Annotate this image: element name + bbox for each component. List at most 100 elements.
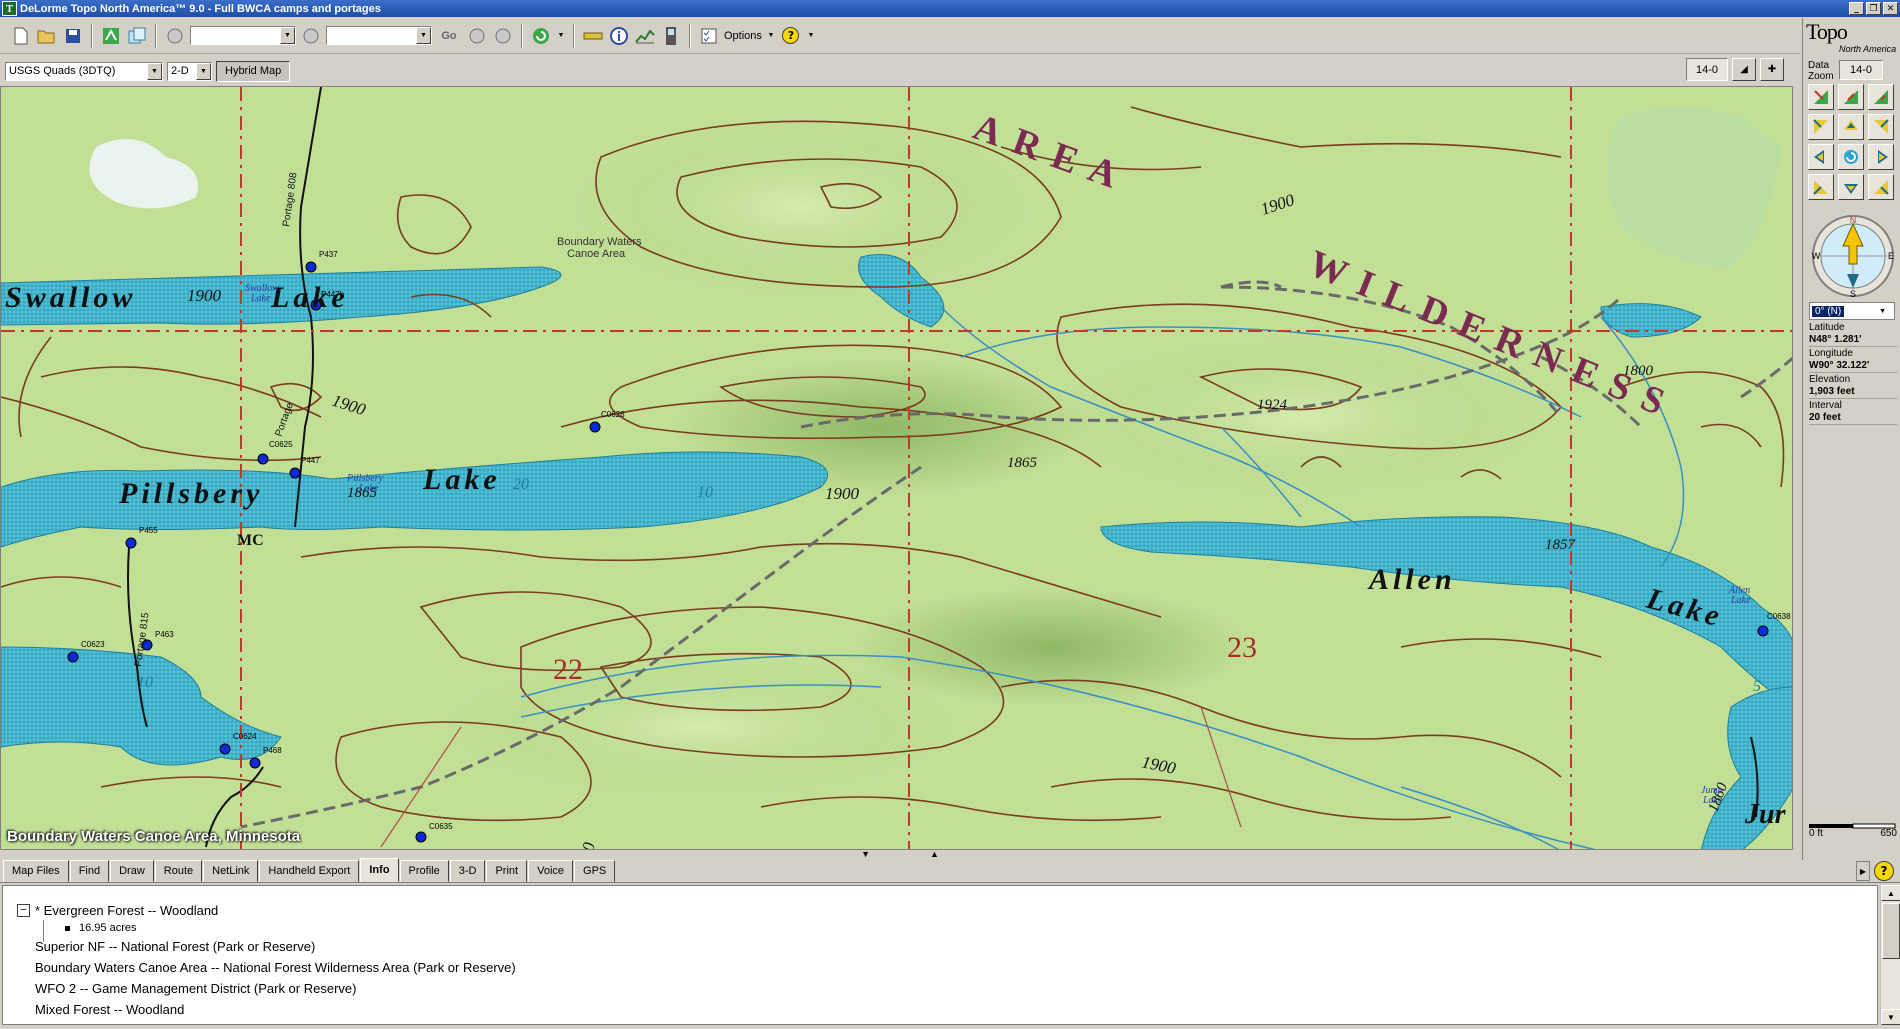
expand-up-icon[interactable]: ▲ [930,849,939,859]
tree-row-expanded[interactable]: − * Evergreen Forest -- Woodland [17,900,1877,920]
elevation-label: 1800 [1623,363,1654,379]
label-swallow: Swallow [5,281,136,314]
toolbar-separator [689,23,691,48]
pan-north-icon[interactable] [1838,114,1864,140]
copy-icon[interactable] [126,25,148,47]
map-type-select[interactable]: USGS Quads (3DTQ) ▼ [5,61,163,81]
tab-profile[interactable]: Profile [399,860,449,882]
gps-device-icon[interactable] [660,25,682,47]
help-icon[interactable]: ? [1874,861,1894,881]
chevron-down-icon[interactable]: ▼ [806,25,816,47]
tab-gps[interactable]: GPS [574,860,616,882]
radio-option-2-icon[interactable] [300,25,322,47]
info-row[interactable]: Boundary Waters Canoe Area -- National F… [35,957,1877,978]
chevron-down-icon[interactable]: ▼ [766,25,776,47]
recenter-icon[interactable] [1838,144,1864,170]
tab-voice[interactable]: Voice [528,860,574,882]
label-bwca-1: Boundary Waters [557,236,642,248]
data-zoom-stepper[interactable]: 14-0 [1839,60,1883,80]
view-mode-select[interactable]: 2-D ▼ [167,61,212,81]
open-folder-icon[interactable] [36,25,58,47]
pan-south-icon[interactable] [1838,174,1864,200]
pan-southwest-icon[interactable] [1808,174,1834,200]
hybrid-map-button[interactable]: Hybrid Map [216,60,291,82]
main-toolbar: ▼ ▼ Go ▼ Options ▼ ? ▼ [0,18,1800,54]
waypoint-label: C0625 [269,440,293,449]
zoom-small-in-icon[interactable] [1868,84,1894,110]
search-combo-2[interactable]: ▼ [326,26,432,45]
label-section-23: 23 [1227,631,1257,664]
pan-northwest-icon[interactable] [1808,114,1834,140]
depth-label: 10 [697,484,713,501]
latitude-value: N48° 1.281' [1809,334,1897,347]
collapse-icon[interactable]: − [17,903,30,917]
scroll-down-icon[interactable]: ▼ [1881,1009,1900,1025]
chevron-down-icon[interactable]: ▼ [196,62,211,80]
go-button[interactable]: Go [436,25,462,47]
data-zoom-label-1: Data [1808,60,1830,71]
info-row[interactable]: WFO 2 -- Game Management District (Park … [35,978,1877,999]
scroll-up-icon[interactable]: ▲ [1881,885,1900,901]
topo-map-canvas[interactable]: P437 P447b C0626 C0625 P447 P455 C0623 P… [1,87,1793,850]
zoom-fast-in-icon[interactable] [1808,84,1834,110]
label-swallow-lake: Lake [270,281,349,314]
waypoint-label: C0635 [429,822,453,831]
chevron-down-icon[interactable]: ▼ [280,27,295,44]
circle-option-icon[interactable] [492,25,514,47]
zoom-in-icon[interactable] [1838,84,1864,110]
position-info: Latitude N48° 1.281' Longitude W90° 32.1… [1809,322,1897,426]
chevron-down-icon[interactable]: ▼ [556,25,566,47]
chevron-down-icon[interactable]: ▼ [416,27,431,44]
pan-east-icon[interactable] [1868,144,1894,170]
options-menu[interactable]: Options [724,30,762,42]
chevron-down-icon[interactable]: ▼ [1879,308,1886,315]
toolbar-separator [573,23,575,48]
scroll-thumb[interactable] [1882,903,1900,959]
pan-southeast-icon[interactable] [1868,174,1894,200]
tab-netlink[interactable]: NetLink [203,860,259,882]
help-icon[interactable]: ? [780,25,802,47]
ruler-icon[interactable] [582,25,604,47]
tab-print[interactable]: Print [486,860,528,882]
close-button[interactable]: ✕ [1883,2,1898,15]
app-icon[interactable]: T [2,1,17,16]
map-layers-icon[interactable] [100,25,122,47]
info-row[interactable]: Mixed Forest -- Woodland [35,999,1877,1020]
options-checklist-icon[interactable] [698,25,720,47]
rotation-select[interactable]: 0° (N) ▼ [1809,302,1895,320]
chevron-right-icon[interactable]: ▶ [1856,861,1870,881]
save-icon[interactable] [62,25,84,47]
map-splitter[interactable]: ▼ ▲ [0,849,1800,859]
data-zoom-label-2: Zoom [1808,71,1834,82]
circle-option-icon[interactable] [466,25,488,47]
minimize-button[interactable]: _ [1849,2,1864,15]
tree-connector [43,920,44,942]
zoom-in-icon[interactable]: ✚ [1760,58,1784,81]
pan-northeast-icon[interactable] [1868,114,1894,140]
info-icon[interactable] [608,25,630,47]
tab-3d[interactable]: 3-D [449,860,486,882]
info-row[interactable]: Superior NF -- National Forest (Park or … [35,936,1877,957]
collapse-down-icon[interactable]: ▼ [861,849,870,859]
tab-handheld-export[interactable]: Handheld Export [259,860,360,882]
pan-west-icon[interactable] [1808,144,1834,170]
tab-map-files[interactable]: Map Files [3,860,69,882]
refresh-icon[interactable] [530,25,552,47]
window-title: DeLorme Topo North America™ 9.0 - Full B… [20,2,381,15]
zoom-out-icon[interactable]: ◢ [1732,58,1756,81]
chevron-down-icon[interactable]: ▼ [147,62,162,80]
radio-option-1-icon[interactable] [164,25,186,47]
restore-button[interactable]: ❐ [1866,2,1881,15]
info-scrollbar[interactable]: ▲ ▼ [1880,885,1900,1025]
compass-rose[interactable]: N S E W [1811,214,1895,298]
label-allen: Allen [1367,563,1456,596]
search-combo-1[interactable]: ▼ [190,26,296,45]
tab-draw[interactable]: Draw [110,860,154,882]
tab-info[interactable]: Info [360,858,399,882]
new-file-icon[interactable] [10,25,32,47]
waypoint-label: P455 [139,526,158,535]
tab-find[interactable]: Find [69,860,110,882]
map-view[interactable]: P437 P447b C0626 C0625 P447 P455 C0623 P… [0,86,1793,850]
profile-chart-icon[interactable] [634,25,656,47]
tab-route[interactable]: Route [154,860,203,882]
